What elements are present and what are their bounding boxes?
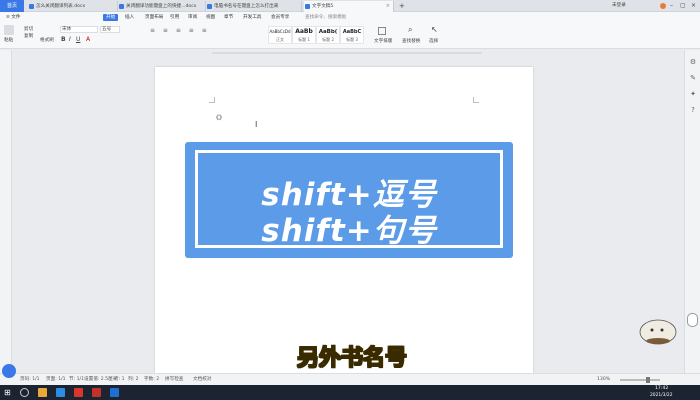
document-tab[interactable]: 电脑书名号在键盘上怎么打出来 [206,1,302,12]
cut-button[interactable]: 剪切 [24,26,33,32]
menu-member[interactable]: 会员专享 [271,12,289,23]
windows-taskbar: ⊞ 17:42 2021/3/22 [0,385,700,400]
document-tab-active[interactable]: 文字文稿5 × [304,1,394,12]
style-heading-3[interactable]: AaBbC 标题 3 [340,26,364,44]
horizontal-ruler [12,50,684,56]
paste-button[interactable]: 粘贴 [4,37,13,43]
text-cursor-icon: I [255,120,258,129]
wps-icon[interactable] [92,388,101,397]
search-command-input[interactable]: 查找命令、搜索模板 [305,12,346,23]
tools-icon[interactable]: ⚙ [689,58,697,66]
copy-button[interactable]: 复制 [24,33,33,39]
style-normal[interactable]: AaBbCcDd 正文 [268,26,292,44]
menu-view[interactable]: 视图 [206,12,215,23]
clock-date: 2021/3/22 [650,393,673,398]
edit-icon[interactable]: ✎ [689,74,697,82]
windows-start-icon[interactable]: ⊞ [4,388,13,397]
ribbon-toolbar: 粘贴 剪切 复制 格式刷 宋体 五号 B I U A ≡ ≡ ≡ ≡ ≡ AaB… [0,23,700,49]
minimize-icon[interactable]: – [670,0,673,12]
select-cursor-icon[interactable]: ↖ [431,25,438,34]
format-painter-button[interactable]: 格式刷 [40,37,54,43]
document-tab[interactable]: 关闭翻译功能键盘上的快捷...docx [118,1,206,12]
left-side-panel [0,50,12,373]
maximize-icon[interactable]: ▢ [680,0,686,12]
menu-insert[interactable]: 插入 [125,12,134,23]
style-heading-1[interactable]: AaBb 标题 1 [292,26,316,44]
status-bar: 页码: 1/1 页面: 1/1 节: 1/1 设置值: 2.5厘米 行: 1 列… [0,364,700,385]
menu-start[interactable]: 开始 [103,14,119,21]
video-subtitle: 另外书名号 [296,346,407,372]
text-layout-icon[interactable] [378,27,386,35]
italic-icon[interactable]: I [69,36,71,43]
app-icon[interactable] [110,388,119,397]
menu-bar: ≡ 文件 开始 插入 页面布局 引用 审阅 视图 章节 开发工具 会员专享 查找… [0,12,700,23]
page-margin-marker [209,97,215,103]
file-menu[interactable]: ≡ 文件 [6,12,21,23]
text-layout-button[interactable]: 文字排版 [374,38,392,44]
paste-icon[interactable] [4,25,14,35]
new-tab-button[interactable]: + [399,0,405,12]
clock-time: 17:42 [655,386,669,391]
menu-chapter[interactable]: 章节 [224,12,233,23]
word-doc-icon [119,4,124,9]
paragraph-tools[interactable]: ≡ ≡ ≡ ≡ ≡ [150,27,250,41]
login-button[interactable]: 未登录 [612,0,626,12]
mascot-sticker [639,319,677,345]
word-doc-icon [305,4,310,9]
app-icon[interactable] [74,388,83,397]
close-tab-icon[interactable]: × [386,1,390,12]
text-content: 《》 [213,115,226,122]
find-icon[interactable]: ⌕ [408,25,412,35]
menu-page-layout[interactable]: 页面布局 [145,12,163,23]
assistant-icon[interactable] [2,364,16,378]
banner-frame: shift+逗号 shift+句号 [195,150,503,249]
word-doc-icon [207,4,212,9]
menu-reference[interactable]: 引用 [170,12,179,23]
menu-review[interactable]: 审阅 [188,12,197,23]
page-margin-marker [473,97,479,103]
document-tab-bar: 首页 怎么关闭翻译列表.docx 关闭翻译功能键盘上的快捷...docx 电脑书… [0,0,700,12]
help-icon[interactable]: ? [689,106,697,114]
banner-line-2: shift+句号 [261,213,437,249]
close-window-icon[interactable]: × [691,0,696,12]
file-explorer-icon[interactable] [38,388,47,397]
document-tab[interactable]: 怎么关闭翻译列表.docx [28,1,118,12]
zoom-slider-handle[interactable] [646,377,650,383]
shortcut-banner-image[interactable]: shift+逗号 shift+句号 [185,142,513,258]
font-select[interactable]: 宋体 [60,26,98,33]
chat-bubble-icon [687,313,698,327]
avatar[interactable] [660,3,666,9]
search-icon[interactable] [20,388,29,397]
select-button[interactable]: 选择 [429,38,438,44]
ai-icon[interactable]: ✦ [689,90,697,98]
font-size-select[interactable]: 五号 [100,26,120,33]
menu-developer[interactable]: 开发工具 [243,12,261,23]
home-tab[interactable]: 首页 [0,0,24,12]
browser-icon[interactable] [56,388,65,397]
underline-icon[interactable]: U [76,36,80,43]
zoom-slider[interactable] [620,379,660,381]
style-heading-2[interactable]: AaBb(标题 2 [316,26,340,44]
ruler-ticks [212,52,482,54]
font-color-icon[interactable]: A [86,36,90,43]
word-doc-icon [29,4,34,9]
bold-icon[interactable]: B [61,36,66,43]
find-replace-button[interactable]: 查找替换 [402,38,420,44]
